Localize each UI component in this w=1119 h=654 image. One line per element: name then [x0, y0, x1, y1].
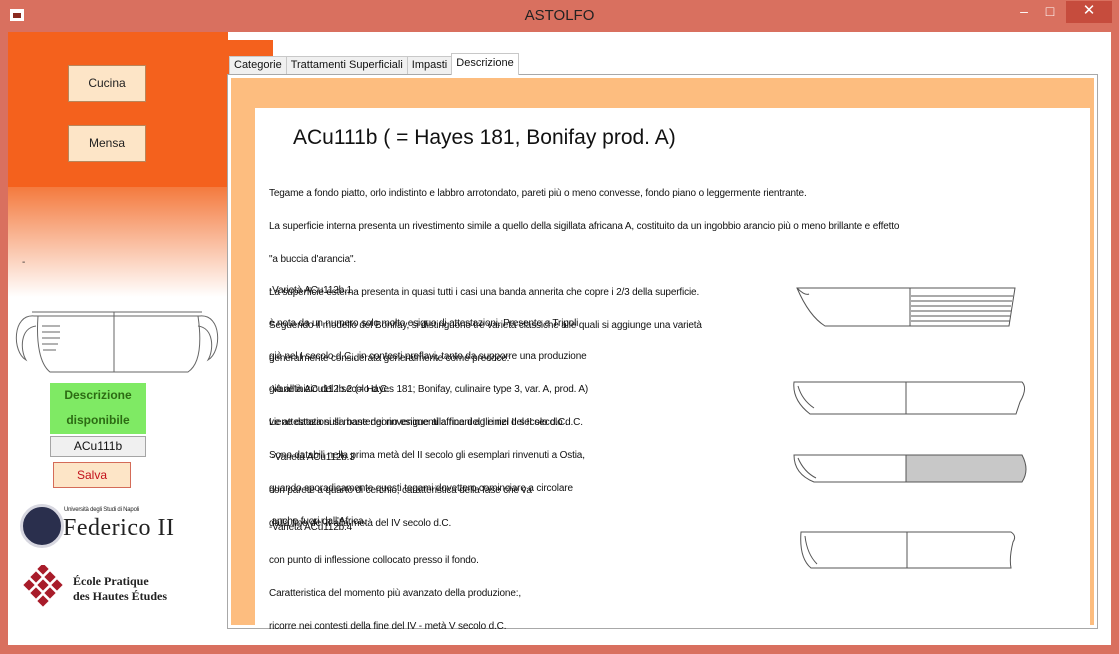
university-seal-icon — [20, 504, 64, 548]
text-line: -Varietà ACu112b.4 — [269, 522, 353, 533]
sidebar-orange-band — [8, 32, 228, 187]
cucina-button[interactable]: Cucina — [68, 65, 146, 102]
text-line: -Varietà ACu112b.3 — [269, 452, 355, 463]
sidebar: Cucina Mensa - Descrizione disponibile A… — [8, 32, 228, 645]
close-button[interactable]: ✕ — [1066, 1, 1112, 23]
mensa-button[interactable]: Mensa — [68, 125, 146, 162]
description-content: ACu111b ( = Hayes 181, Bonifay prod. A) … — [255, 108, 1090, 632]
text-line: La superficie interna presenta un rivest… — [269, 221, 900, 232]
code-field[interactable]: ACu111b — [50, 436, 146, 457]
text-line: -Varietà ACu112b.2 (= Hayes 181; Bonifay… — [269, 384, 589, 395]
tab-descrizione[interactable]: Descrizione — [451, 53, 519, 75]
text-line: con parete a quarto di cerchio, caratter… — [269, 485, 532, 496]
pot-drawing — [15, 311, 219, 373]
tab-categorie[interactable]: Categorie — [229, 56, 287, 75]
tab-strip: Categorie Trattamenti Superficiali Impas… — [229, 53, 519, 75]
description-panel: ACu111b ( = Hayes 181, Bonifay prod. A) … — [227, 74, 1098, 632]
tab-impasti[interactable]: Impasti — [406, 56, 453, 75]
desc-line-2: disponibile — [66, 413, 130, 427]
main-window: Cucina Mensa - Descrizione disponibile A… — [8, 32, 1111, 645]
variety-4-profile-drawing — [800, 531, 1016, 569]
variety-4-text: -Varietà ACu112b.4 con punto di inflessi… — [269, 500, 521, 654]
desc-line-1: Descrizione — [64, 388, 132, 402]
text-line: Tegame a fondo piatto, orlo indistinto e… — [269, 188, 807, 199]
ephe-line-2: des Hautes Études — [73, 589, 168, 603]
description-available-badge: Descrizione disponibile — [50, 383, 146, 434]
title-bar: ASTOLFO – □ ✕ — [0, 0, 1119, 32]
university-subtitle: Università degli Studi di Napoli — [64, 507, 139, 513]
variety-3-profile-drawing — [793, 454, 1027, 483]
variety-2-profile-drawing — [793, 381, 1026, 415]
text-line: viene datata sulla base dei rinvenimenti… — [269, 417, 583, 428]
window-title: ASTOLFO — [524, 7, 595, 24]
maximize-button[interactable]: □ — [1038, 1, 1062, 23]
ephe-line-1: École Pratique — [73, 574, 149, 588]
minimize-button[interactable]: – — [1012, 1, 1036, 23]
text-line: con punto di inflessione collocato press… — [269, 555, 479, 566]
text-line: ricorre nei contesti della fine del IV -… — [269, 621, 507, 632]
text-line: Caratteristica del momento più avanzato … — [269, 588, 522, 599]
save-button[interactable]: Salva — [53, 462, 131, 488]
description-heading: ACu111b ( = Hayes 181, Bonifay prod. A) — [293, 126, 676, 149]
text-line: -Varietà ACu112b.1 — [269, 285, 353, 296]
text-line: è nota da un numero solo molto esiguo di… — [269, 318, 579, 329]
university-name: Federico II — [63, 515, 175, 541]
ephe-logo-icon — [23, 565, 63, 607]
text-line: già nel I secolo d.C., in contesti prefl… — [269, 351, 587, 362]
content-frame: ACu111b ( = Hayes 181, Bonifay prod. A) … — [231, 78, 1094, 632]
ephe-name: École Pratique des Hautes Études — [73, 574, 167, 604]
variety-1-profile-drawing — [796, 287, 1016, 327]
tab-trattamenti-superficiali[interactable]: Trattamenti Superficiali — [285, 56, 408, 75]
